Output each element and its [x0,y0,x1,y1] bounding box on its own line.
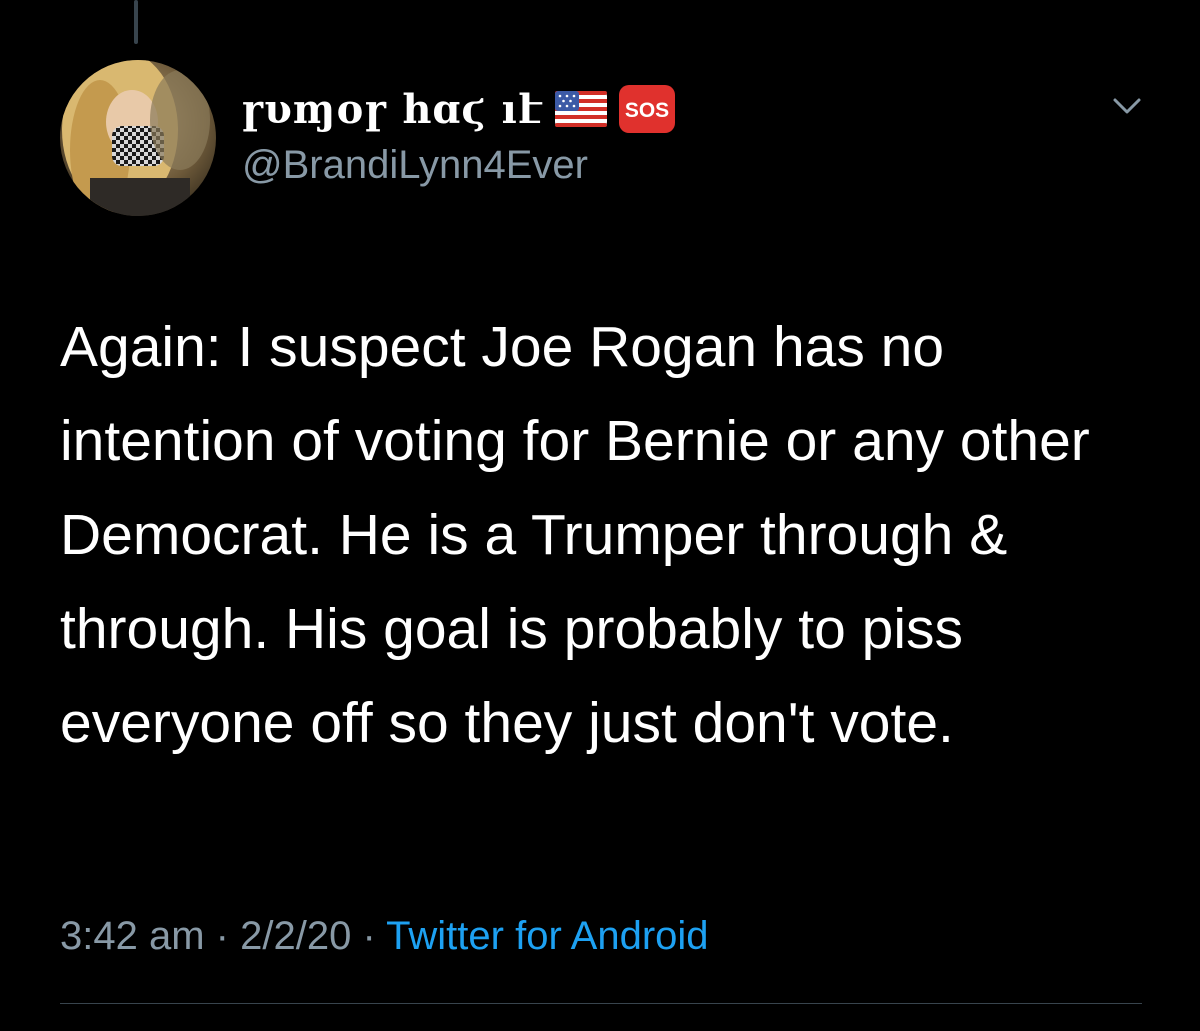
avatar-image [60,60,216,216]
display-name-row[interactable]: ɼυɱօɼ հɑϛ ıէ SOS [242,84,675,134]
meta-separator: · [215,914,229,958]
tweet-source-link[interactable]: Twitter for Android [386,914,708,958]
sos-label: SOS [625,99,669,122]
thread-connector-line [134,0,138,44]
avatar[interactable] [60,60,216,216]
tweet-date[interactable]: 2/2/20 [240,914,351,958]
tweet-time[interactable]: 3:42 am [60,914,205,958]
meta-separator: · [362,914,376,958]
divider [60,1003,1142,1004]
user-handle[interactable]: @BrandiLynn4Ever [242,143,588,188]
tweet-metadata: 3:42 am · 2/2/20 · Twitter for Android [60,908,709,964]
sos-icon: SOS [618,85,675,133]
flag-us-icon [554,91,607,127]
display-name[interactable]: ɼυɱօɼ հɑϛ ıէ [242,86,543,133]
tweet-text: Again: I suspect Joe Rogan has no intent… [60,315,1090,755]
chevron-down-icon[interactable] [1107,92,1147,122]
